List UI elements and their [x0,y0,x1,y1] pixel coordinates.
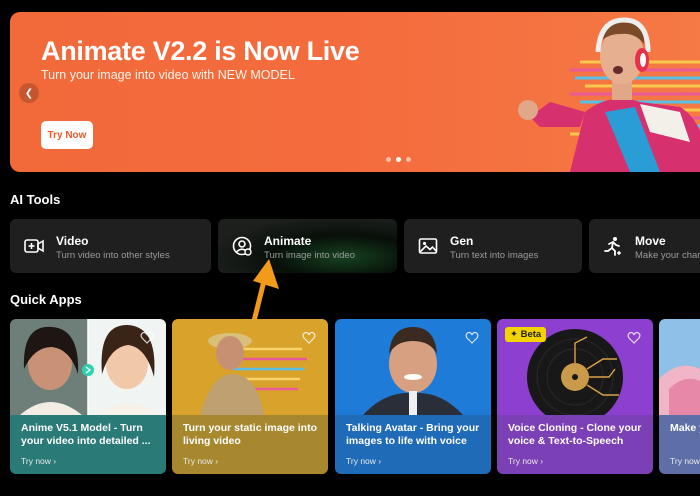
sparkle-icon: ✦ [510,329,518,340]
carousel-dot-3[interactable] [406,157,411,162]
app-card-caption: Talking Avatar - Bring your images to li… [335,415,491,474]
try-now-label: Try now [21,456,51,466]
carousel-dot-2[interactable] [396,157,401,162]
chevron-right-icon: › [53,456,57,466]
app-card-caption: Anime V5.1 Model - Turn your video into … [10,415,166,474]
tool-move-name: Move [635,234,666,248]
chevron-right-icon: › [215,456,219,466]
app-card-title: Voice Cloning - Clone your voice & Text-… [508,422,642,447]
app-card-voice-cloning[interactable]: ✦ Beta Voice Cloning - Clone your voice … [497,319,653,474]
carousel-dots [386,157,411,162]
tool-animate-name: Animate [264,234,312,248]
heart-icon[interactable] [465,331,479,345]
try-now-link[interactable]: Try now › [183,456,218,466]
user-animate-icon [232,236,252,256]
app-card-partial[interactable]: Make y with re Try now [659,319,700,474]
tool-move-desc: Make your chara [635,250,700,261]
banner-title: Animate V2.2 is Now Live [41,36,360,66]
app-card-title: Talking Avatar - Bring your images to li… [346,422,480,447]
try-now-label: Try now [508,456,538,466]
try-now-link[interactable]: Try now › [508,456,543,466]
tool-animate-desc: Turn image into video [264,250,356,261]
chevron-left-icon: ❮ [24,87,34,99]
banner-subtitle: Turn your image into video with NEW MODE… [41,68,295,82]
app-card-title: Make y with re [670,422,700,434]
tool-video-name: Video [56,234,89,248]
tool-video-desc: Turn video into other styles [56,250,170,261]
image-icon [418,238,438,254]
tool-move[interactable]: Move Make your chara [589,219,700,273]
heart-icon[interactable] [302,331,316,345]
partial-preview-image [659,319,700,415]
try-now-link[interactable]: Try now [670,456,700,466]
carousel-dot-1[interactable] [386,157,391,162]
chevron-right-icon: › [378,456,382,466]
app-card-caption: Turn your static image into living video… [172,415,328,474]
run-icon [604,237,621,256]
heart-icon[interactable] [140,331,154,345]
app-card-title: Anime V5.1 Model - Turn your video into … [21,422,151,447]
banner-person-illustration [518,17,700,172]
beta-badge: ✦ Beta [505,327,547,342]
tool-gen[interactable]: Gen Turn text into images [404,219,582,273]
app-card-caption: Voice Cloning - Clone your voice & Text-… [497,415,653,474]
app-card-living-video[interactable]: Turn your static image into living video… [172,319,328,474]
app-card-title: Turn your static image into living video [183,422,317,447]
app-card-caption: Make y with re Try now [659,415,700,474]
try-now-label: Try now [346,456,376,466]
beta-badge-label: Beta [520,329,542,340]
quick-apps-heading: Quick Apps [10,292,82,307]
tool-animate[interactable]: Animate Turn image into video [218,219,397,273]
tool-gen-desc: Turn text into images [450,250,539,261]
try-now-link[interactable]: Try now › [21,456,56,466]
tool-gen-name: Gen [450,234,474,248]
tool-video[interactable]: Video Turn video into other styles [10,219,211,273]
try-now-label: Try now [670,456,700,466]
try-now-label: Try now [183,456,213,466]
app-card-talking-avatar[interactable]: Talking Avatar - Bring your images to li… [335,319,491,474]
banner-prev-button[interactable]: ❮ [19,83,39,103]
app-card-anime[interactable]: Anime V5.1 Model - Turn your video into … [10,319,166,474]
video-plus-icon [24,239,44,253]
try-now-button[interactable]: Try Now [41,121,93,149]
hero-banner[interactable]: ❮ Animate V2.2 is Now Live Turn your ima… [10,12,700,172]
chevron-right-icon: › [540,456,544,466]
heart-icon[interactable] [627,331,641,345]
ai-tools-heading: AI Tools [10,192,61,207]
try-now-link[interactable]: Try now › [346,456,381,466]
